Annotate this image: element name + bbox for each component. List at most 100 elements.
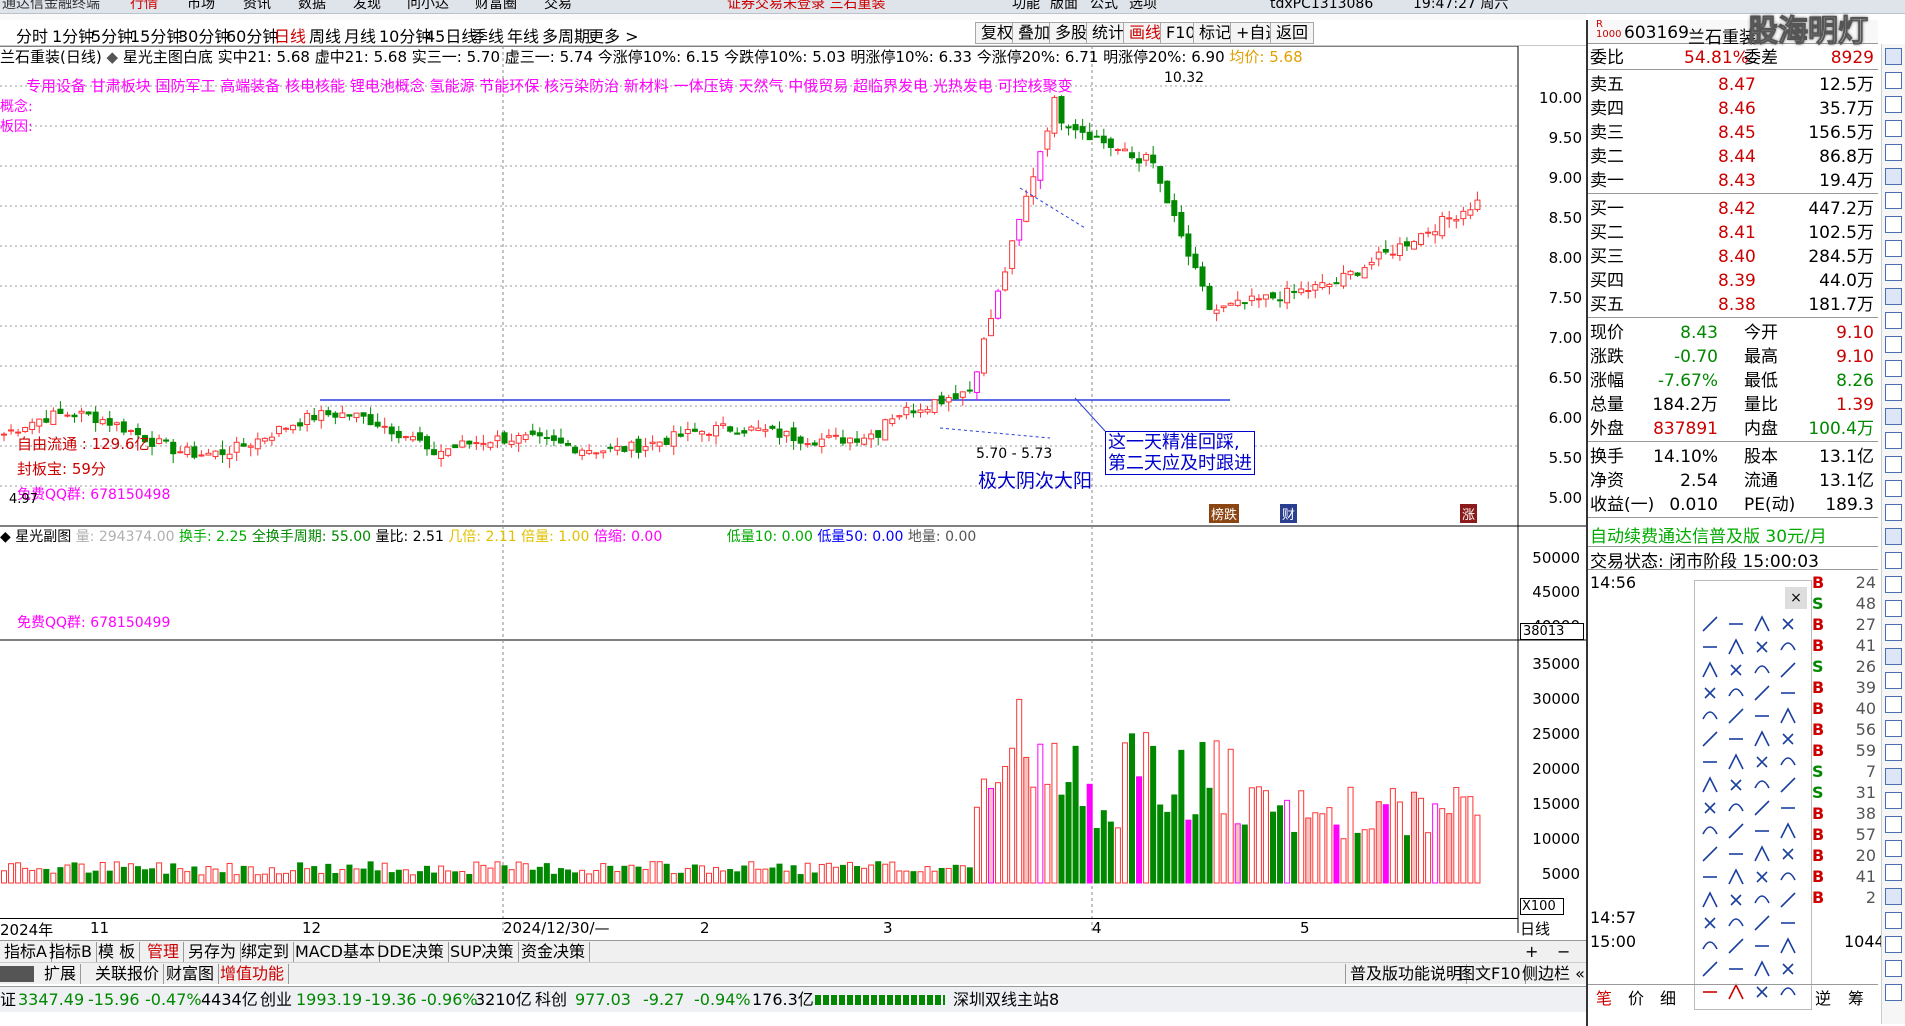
menu-options[interactable]: 选项 — [1129, 0, 1157, 11]
draw-tool-icon[interactable] — [1780, 937, 1796, 954]
draw-tool-icon[interactable] — [1754, 730, 1770, 747]
draw-tool-icon[interactable] — [1780, 707, 1796, 724]
formula-name[interactable]: 星光主图白底 — [123, 48, 213, 66]
draw-tool-icon[interactable] — [1782, 963, 1794, 975]
tab-price[interactable]: 价 — [1628, 985, 1644, 1009]
draw-tool-icon[interactable] — [1754, 895, 1770, 904]
draw-tool-icon[interactable] — [1702, 891, 1718, 908]
back-button[interactable]: 返回 — [1270, 22, 1315, 44]
tab-reverse[interactable]: 逆 — [1815, 985, 1831, 1009]
book-row[interactable]: 买四 8.39 44.0万 — [1588, 269, 1878, 293]
badge-bang[interactable]: 榜跌 — [1209, 504, 1240, 523]
side-tool-icon[interactable] — [1885, 288, 1902, 305]
server-station[interactable]: 深圳双线主站8 — [953, 987, 1059, 1013]
book-row[interactable]: 卖三 8.45 156.5万 — [1588, 121, 1878, 145]
side-tool-icon[interactable] — [1885, 144, 1902, 161]
period-year[interactable]: 年线 — [507, 23, 539, 47]
side-tool-icon[interactable] — [1885, 912, 1902, 929]
draw-tool-icon[interactable] — [1754, 780, 1770, 789]
book-row[interactable]: 买三 8.40 284.5万 — [1588, 245, 1878, 269]
draw-tool-icon[interactable] — [1730, 779, 1742, 791]
side-tool-icon[interactable] — [1885, 72, 1902, 89]
side-tool-icon[interactable] — [1885, 864, 1902, 881]
draw-tool-icon[interactable] — [1780, 822, 1796, 839]
draw-tool-icon[interactable] — [1754, 845, 1770, 862]
draw-tool-icon[interactable] — [1728, 708, 1744, 724]
side-tool-icon[interactable] — [1885, 576, 1902, 593]
side-tool-icon[interactable] — [1885, 624, 1902, 641]
draw-tool-icon[interactable] — [1702, 616, 1718, 632]
side-tool-icon[interactable] — [1885, 888, 1902, 905]
period-season[interactable]: 季线 — [472, 23, 504, 47]
draw-tool-icon[interactable] — [1756, 871, 1768, 883]
side-tool-icon[interactable] — [1885, 168, 1902, 185]
zoom-in-icon[interactable]: + — [1525, 942, 1538, 961]
menu-market[interactable]: 市场 — [187, 0, 215, 11]
draw-tool-icon[interactable] — [1754, 615, 1770, 632]
tab-tick[interactable]: 笔 — [1596, 985, 1612, 1009]
draw-tool-icon[interactable] — [1756, 641, 1768, 653]
side-tool-icon[interactable] — [1885, 600, 1902, 617]
draw-tool-icon[interactable] — [1782, 733, 1794, 745]
side-tool-icon[interactable] — [1885, 504, 1902, 521]
draw-tool-icon[interactable] — [1728, 803, 1744, 812]
draw-tool-icon[interactable] — [1780, 872, 1796, 881]
side-tool-icon[interactable] — [1885, 432, 1902, 449]
tab-chips[interactable]: 筹 — [1848, 985, 1864, 1009]
book-row[interactable]: 买二 8.41 102.5万 — [1588, 221, 1878, 245]
side-tool-icon[interactable] — [1885, 480, 1902, 497]
period-monthly[interactable]: 月线 — [344, 23, 376, 47]
side-tool-icon[interactable] — [1885, 192, 1902, 209]
side-tool-icon[interactable] — [1885, 696, 1902, 713]
draw-tool-icon[interactable] — [1782, 848, 1794, 860]
tab-manage[interactable]: 管理 — [143, 942, 185, 962]
draw-tool-icon[interactable] — [1730, 664, 1742, 676]
badge-cai[interactable]: 财 — [1280, 504, 1298, 523]
menu-fortune[interactable]: 财富圈 — [475, 0, 517, 11]
draw-tool-icon[interactable] — [1728, 753, 1744, 770]
side-tool-icon[interactable] — [1885, 264, 1902, 281]
side-tool-icon[interactable] — [1885, 936, 1902, 953]
menu-data[interactable]: 数据 — [298, 0, 326, 11]
close-icon[interactable]: × — [1785, 587, 1807, 609]
tab-f10[interactable]: 图文F10 — [1455, 964, 1526, 984]
period-10min[interactable]: 10分钟 — [379, 23, 431, 47]
book-row[interactable]: 卖五 8.47 12.5万 — [1588, 73, 1878, 97]
book-row[interactable]: 买一 8.42 447.2万 — [1588, 197, 1878, 221]
period-1min[interactable]: 1分钟 — [52, 23, 94, 47]
side-tool-icon[interactable] — [1885, 96, 1902, 113]
tab-value-added[interactable]: 增值功能 — [216, 964, 290, 984]
period-45day[interactable]: 45日线 — [425, 23, 477, 47]
period-60min[interactable]: 60分钟 — [226, 23, 278, 47]
menu-discover[interactable]: 发现 — [353, 0, 381, 11]
period-weekly[interactable]: 周线 — [309, 23, 341, 47]
sub-panel-title[interactable]: 星光副图 — [15, 529, 71, 545]
period-daily[interactable]: 日线 — [274, 23, 306, 47]
menu-formula[interactable]: 公式 — [1090, 0, 1118, 11]
draw-tool-icon[interactable] — [1702, 661, 1718, 678]
draw-tool-icon[interactable] — [1702, 731, 1718, 747]
tab-sidebar[interactable]: 侧边栏 « — [1518, 964, 1590, 984]
ad-banner[interactable]: 自动续费通达信普及版 30元/月 — [1590, 522, 1878, 547]
side-tool-icon[interactable] — [1885, 840, 1902, 857]
draw-tool-icon[interactable] — [1704, 687, 1716, 699]
side-tool-icon[interactable] — [1885, 984, 1902, 1001]
tab-dde[interactable]: DDE决策 — [373, 942, 449, 962]
draw-tool-icon[interactable] — [1780, 642, 1796, 651]
tab-fortune-chart[interactable]: 财富图 — [162, 964, 220, 984]
draw-tool-icons[interactable] — [1695, 611, 1813, 1011]
draw-tool-icon[interactable] — [1728, 638, 1744, 655]
side-tool-icon[interactable] — [1885, 408, 1902, 425]
side-tool-icon[interactable] — [1885, 216, 1902, 233]
menu-trade[interactable]: 交易 — [544, 0, 572, 11]
side-tool-icon[interactable] — [1885, 384, 1902, 401]
draw-tool-icon[interactable] — [1702, 776, 1718, 793]
tab-template[interactable]: 模 板 — [94, 942, 141, 962]
book-row[interactable]: 买五 8.38 181.7万 — [1588, 293, 1878, 317]
tab-macd[interactable]: MACD基本 — [291, 942, 380, 962]
draw-tool-icon[interactable] — [1780, 777, 1796, 793]
draw-tool-icon[interactable] — [1728, 823, 1744, 839]
side-tool-icon[interactable] — [1885, 360, 1902, 377]
draw-tool-icon[interactable] — [1702, 826, 1718, 835]
period-15min[interactable]: 15分钟 — [130, 23, 182, 47]
